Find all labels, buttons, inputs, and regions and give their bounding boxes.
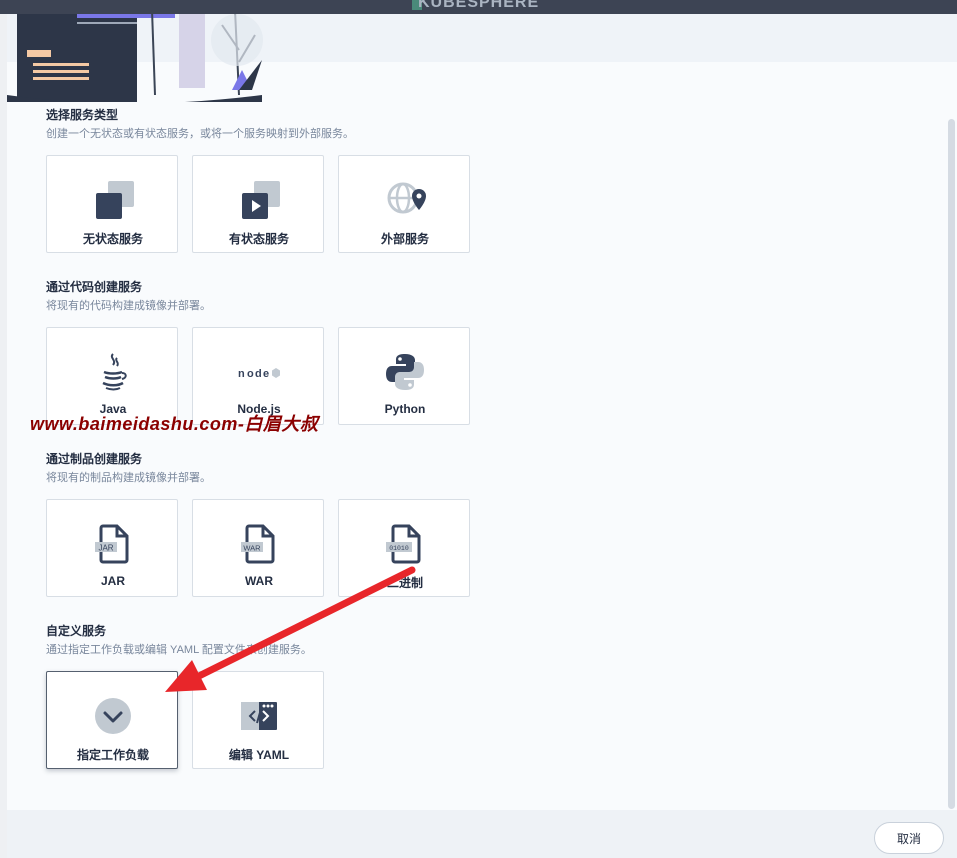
card-binary[interactable]: 01010 二进制 [338, 499, 470, 597]
modal-footer: 取消 [7, 810, 957, 858]
card-label: 外部服务 [380, 232, 429, 246]
card-external-service[interactable]: 外部服务 [338, 155, 470, 253]
section-desc-from-artifact: 将现有的制品构建成镜像并部署。 [46, 472, 211, 484]
card-edit-yaml[interactable]: 编辑 YAML [192, 671, 324, 769]
svg-text:o: o [247, 368, 254, 380]
jar-file-icon: JAR [95, 524, 129, 564]
card-python[interactable]: Python [338, 327, 470, 425]
svg-text:d: d [255, 368, 262, 380]
scrollbar[interactable] [948, 119, 955, 809]
stateful-service-icon [242, 181, 280, 219]
card-label: WAR [245, 574, 273, 588]
file-badge-text: 01010 [389, 545, 409, 552]
card-label: 无状态服务 [82, 232, 143, 246]
external-service-icon [387, 182, 426, 214]
section-title-from-artifact: 通过制品创建服务 [46, 452, 143, 466]
war-file-icon: WAR [241, 524, 275, 564]
section-desc-custom: 通过指定工作负载或编辑 YAML 配置文件来创建服务。 [46, 644, 312, 656]
svg-text:n: n [238, 368, 245, 380]
java-icon [102, 353, 127, 391]
section-desc-from-code: 将现有的代码构建成镜像并部署。 [46, 300, 211, 312]
card-jar[interactable]: JAR JAR [46, 499, 178, 597]
top-bar: KUBESPHERE [0, 0, 957, 14]
card-stateful-service[interactable]: 有状态服务 [192, 155, 324, 253]
watermark-text: www.baimeidashu.com-白眉大叔 [30, 414, 319, 434]
card-label: 二进制 [386, 576, 423, 590]
binary-file-icon: 01010 [386, 524, 421, 564]
card-label: 编辑 YAML [228, 748, 290, 762]
create-service-modal: 选择服务类型 创建一个无状态或有状态服务，或将一个服务映射到外部服务。 无状态服… [7, 14, 957, 858]
background-page-strip [0, 14, 7, 858]
file-badge-text: JAR [98, 544, 113, 553]
stateless-service-icon [96, 181, 134, 219]
card-war[interactable]: WAR WAR [192, 499, 324, 597]
card-label: Python [384, 402, 426, 416]
section-title-custom: 自定义服务 [46, 624, 107, 638]
code-yaml-icon [241, 702, 277, 730]
card-specify-workload[interactable]: 指定工作负载 [46, 671, 178, 769]
section-desc-service-type: 创建一个无状态或有状态服务，或将一个服务映射到外部服务。 [46, 128, 354, 140]
app-logo-text: KUBESPHERE [418, 0, 540, 11]
card-stateless-service[interactable]: 无状态服务 [46, 155, 178, 253]
svg-text:e: e [263, 368, 269, 380]
python-icon [386, 354, 424, 390]
section-title-from-code: 通过代码创建服务 [46, 280, 143, 294]
header-illustration [7, 14, 263, 102]
card-label: 指定工作负载 [76, 748, 149, 762]
card-label: 有状态服务 [228, 232, 289, 246]
workload-chevron-icon [95, 698, 131, 734]
nodejs-icon: n o d e [238, 368, 280, 380]
file-badge-text: WAR [243, 544, 261, 553]
card-label: JAR [100, 574, 125, 588]
section-title-service-type: 选择服务类型 [46, 108, 119, 122]
cancel-button[interactable]: 取消 [874, 822, 944, 854]
